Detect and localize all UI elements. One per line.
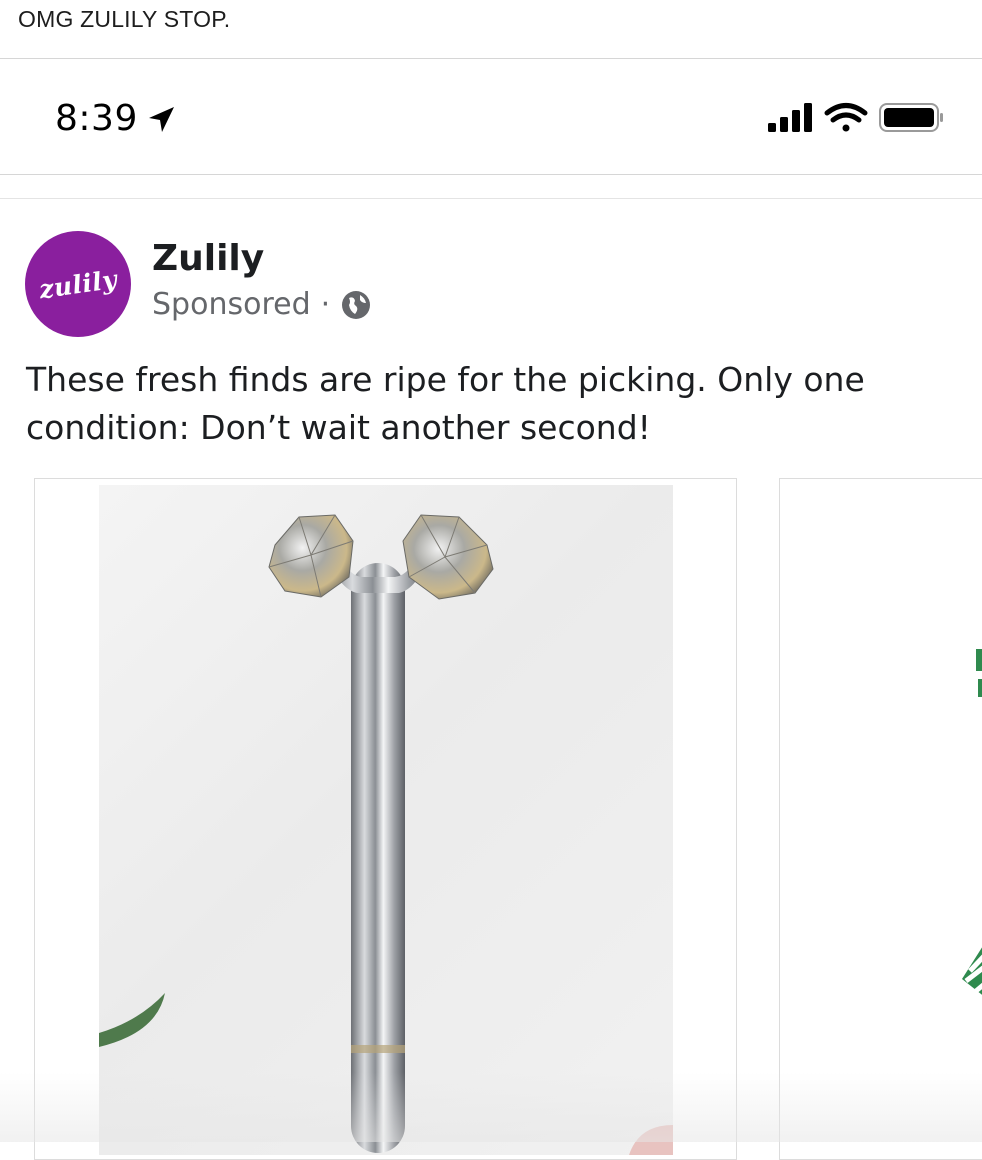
facial-roller-image bbox=[99, 514, 673, 1155]
divider bbox=[0, 198, 982, 199]
roller-head-left bbox=[268, 514, 354, 598]
carousel-card[interactable] bbox=[779, 478, 982, 1160]
carousel-card[interactable] bbox=[34, 478, 737, 1160]
post-meta: Sponsored · bbox=[152, 287, 372, 322]
meta-separator: · bbox=[320, 287, 331, 322]
divider bbox=[0, 174, 982, 175]
green-striped-product-image bbox=[962, 649, 982, 995]
divider bbox=[0, 58, 982, 59]
avatar-logo-text: zulily bbox=[37, 264, 119, 304]
signal-bars-icon bbox=[768, 103, 812, 132]
post-text: These fresh finds are ripe for the picki… bbox=[26, 360, 865, 447]
globe-icon bbox=[342, 290, 371, 319]
battery-icon bbox=[879, 103, 943, 132]
roller-head-right bbox=[402, 514, 494, 600]
page-name[interactable]: Zulily bbox=[152, 238, 264, 279]
avatar[interactable]: zulily bbox=[25, 231, 131, 337]
location-arrow-icon bbox=[149, 107, 174, 132]
product-image[interactable] bbox=[99, 485, 673, 1155]
status-time: 8:39 bbox=[55, 98, 138, 139]
status-icons bbox=[766, 100, 946, 145]
post-caption: OMG ZULILY STOP. bbox=[18, 6, 231, 32]
wifi-icon bbox=[824, 103, 868, 132]
sponsored-label[interactable]: Sponsored bbox=[152, 287, 311, 322]
